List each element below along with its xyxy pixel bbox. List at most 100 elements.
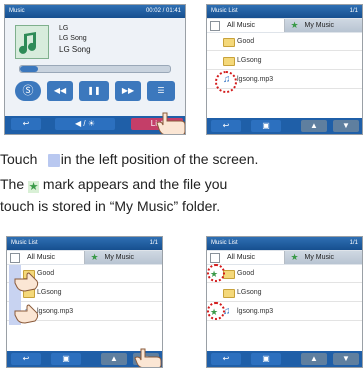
rewind-button[interactable]: ◀◀ (47, 81, 73, 101)
up-icon: ▲ (310, 121, 318, 130)
fast-forward-button[interactable]: ▶▶ (115, 81, 141, 101)
checkbox-icon[interactable] (210, 21, 220, 31)
list-item-label: LGsong (237, 289, 262, 296)
folder-nav-icon: ▣ (262, 121, 270, 130)
hand-pointer-icon (14, 304, 39, 324)
list-page: 1/1 (149, 240, 158, 246)
caption-line-3: touch is stored in “My Music” folder. (0, 198, 220, 214)
menu-button[interactable]: ☰ (147, 81, 175, 101)
scroll-down-button[interactable]: ▼ (333, 120, 359, 132)
tab-all-music[interactable]: All Music (207, 251, 285, 264)
player-title: Music (9, 8, 25, 14)
list-item-label: lgsong.mp3 (237, 308, 274, 315)
artist-text: LG (59, 25, 69, 32)
checkbox-icon[interactable] (210, 253, 220, 263)
star-icon: ★ (90, 252, 99, 262)
scroll-up-button[interactable]: ▲ (301, 120, 327, 132)
checkbox-icon[interactable] (10, 253, 20, 263)
back-icon: ↩ (222, 354, 230, 363)
list-bottom-bar: ↩ ▣ ▲ ▼ (207, 118, 362, 134)
folder-icon (223, 57, 235, 66)
up-icon: ▲ (310, 354, 318, 363)
list-title: Music List (11, 240, 38, 246)
list-page: 1/1 (349, 8, 358, 14)
tab-my-music-label: My Music (104, 254, 135, 261)
scroll-up-button[interactable]: ▲ (301, 353, 327, 365)
down-icon: ▼ (342, 121, 350, 130)
back-icon: ↩ (22, 354, 30, 363)
list-page: 1/1 (349, 240, 358, 246)
folder-nav-icon: ▣ (262, 354, 270, 363)
repeat-icon: Ⓢ (22, 85, 34, 97)
music-player-screen: Music 00:02 / 01:41 LG LG Song LG Song Ⓢ… (4, 4, 186, 135)
back-icon: ↩ (22, 119, 30, 128)
caption-line-2a: The (0, 176, 25, 192)
scroll-up-button[interactable]: ▲ (101, 353, 127, 365)
list-screen-2: Music List 1/1 All Music ★ My Music Good… (6, 236, 163, 368)
tab-all-music[interactable]: All Music (7, 251, 85, 264)
list-tabs: All Music ★ My Music (7, 250, 162, 265)
tab-all-music-label: All Music (227, 22, 256, 29)
down-icon: ▼ (342, 354, 350, 363)
tab-all-music[interactable]: All Music (207, 19, 285, 32)
tab-my-music[interactable]: ★ My Music (84, 251, 162, 264)
star-icon: ★ (290, 252, 299, 262)
album-text: LG Song (59, 35, 87, 42)
highlight-circle (215, 71, 237, 93)
back-icon: ↩ (222, 121, 230, 130)
tab-all-music-label: All Music (27, 254, 56, 261)
caption-line-2b: mark appears and the file you (42, 176, 228, 192)
highlight-circle (207, 302, 225, 320)
tab-all-music-label: All Music (227, 254, 256, 261)
mode-button[interactable]: Ⓢ (15, 81, 41, 101)
folder-icon (223, 38, 235, 47)
back-button[interactable]: ↩ (11, 118, 41, 130)
list-item[interactable]: Good (207, 33, 362, 51)
player-time: 00:02 / 01:41 (145, 8, 181, 14)
tab-my-music-label: My Music (304, 22, 335, 29)
list-title-bar: Music List 1/1 (7, 237, 162, 250)
caption-line-2: The ★ mark appears and the file you (0, 176, 227, 193)
volume-icon: ◀ / ☀ (75, 119, 95, 128)
progress-bar[interactable] (19, 65, 171, 73)
hand-pointer-icon (156, 112, 185, 134)
folder-nav-icon: ▣ (62, 354, 70, 363)
list-title: Music List (211, 240, 238, 246)
list-item-label: Good (237, 270, 255, 277)
back-button[interactable]: ↩ (211, 120, 241, 132)
list-tabs: All Music ★ My Music (207, 250, 362, 265)
checkbox-mark-icon (48, 154, 60, 167)
back-button[interactable]: ↩ (11, 353, 41, 365)
menu-icon: ☰ (157, 86, 165, 95)
play-pause-button[interactable]: ❚❚ (79, 81, 109, 101)
hand-pointer-icon (14, 272, 39, 292)
player-title-bar: Music 00:02 / 01:41 (5, 5, 185, 18)
highlight-circle (207, 264, 225, 282)
progress-fill (20, 66, 38, 72)
scroll-down-button[interactable]: ▼ (333, 353, 359, 365)
file-list: ★ Good LGsong ★ ♫ lgsong.mp3 (207, 265, 362, 351)
tab-my-music[interactable]: ★ My Music (284, 251, 362, 264)
list-screen-1: Music List 1/1 All Music ★ My Music Good… (206, 4, 363, 135)
play-pause-icon: ❚❚ (87, 86, 101, 95)
star-icon: ★ (290, 20, 299, 30)
list-title-bar: Music List 1/1 (207, 5, 362, 18)
folder-button[interactable]: ▣ (51, 353, 81, 365)
volume-brightness-button[interactable]: ◀ / ☀ (55, 118, 115, 130)
rewind-icon: ◀◀ (53, 86, 67, 95)
list-item[interactable]: ★ Good (207, 265, 362, 283)
star-icon: ★ (28, 181, 40, 193)
folder-button[interactable]: ▣ (251, 353, 281, 365)
list-bottom-bar: ↩ ▣ ▲ ▼ (207, 351, 362, 367)
list-item[interactable]: LGsong (207, 284, 362, 302)
list-item[interactable]: ★ ♫ lgsong.mp3 (207, 303, 362, 321)
list-item-label: lgsong.mp3 (237, 76, 274, 83)
list-tabs: All Music ★ My Music (207, 18, 362, 33)
list-item-label: lgsong.mp3 (37, 308, 74, 315)
folder-button[interactable]: ▣ (251, 120, 281, 132)
tab-my-music-label: My Music (304, 254, 335, 261)
back-button[interactable]: ↩ (211, 353, 241, 365)
tab-my-music[interactable]: ★ My Music (284, 19, 362, 32)
fast-forward-icon: ▶▶ (121, 86, 135, 95)
list-item[interactable]: LGsong (207, 52, 362, 70)
